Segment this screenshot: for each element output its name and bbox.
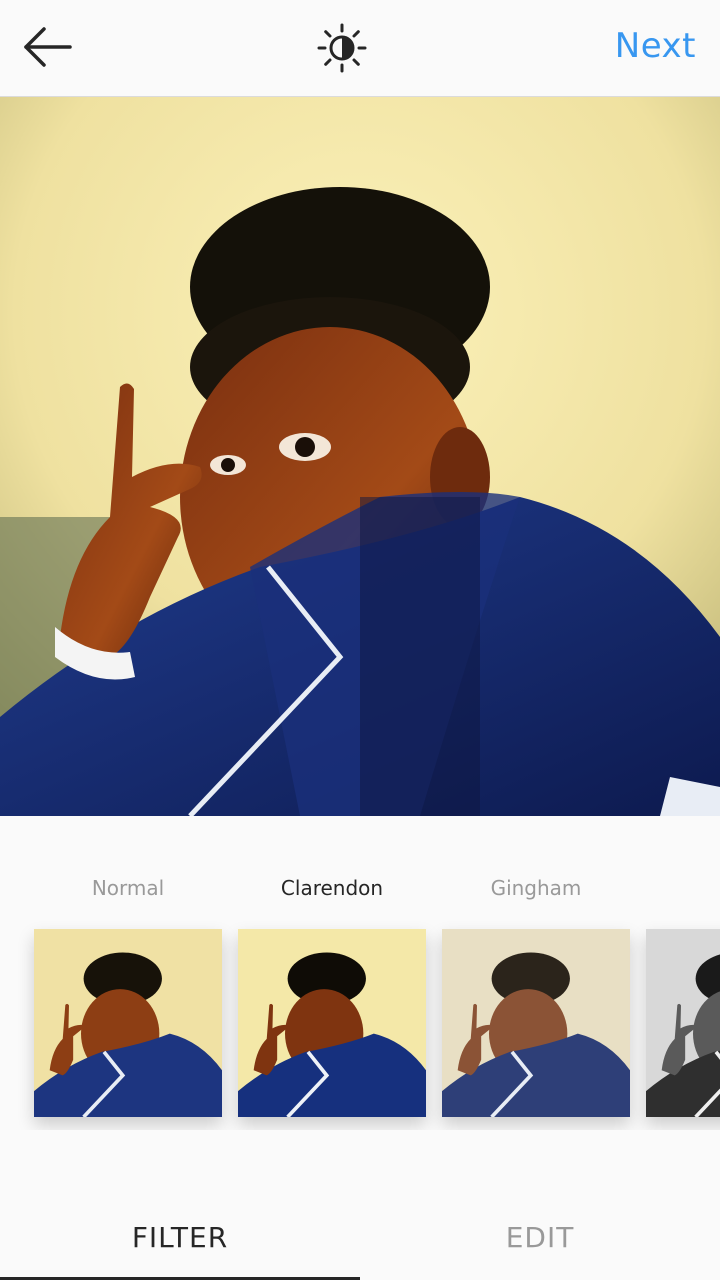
filter-thumbnail <box>442 929 630 1117</box>
filter-clarendon[interactable]: Clarendon <box>238 870 426 1117</box>
tab-edit[interactable]: EDIT <box>360 1196 720 1280</box>
photo-preview <box>0 97 720 816</box>
filter-label: Normal <box>91 876 165 900</box>
lux-adjust-button[interactable] <box>316 22 368 74</box>
filter-label <box>646 870 720 906</box>
top-bar: Next <box>0 0 720 97</box>
filter-next-partial[interactable] <box>646 870 720 1117</box>
next-button[interactable]: Next <box>615 26 696 66</box>
brightness-contrast-icon <box>317 23 367 73</box>
filter-thumbnail <box>238 929 426 1117</box>
bottom-tab-bar: FILTER EDIT <box>0 1196 720 1280</box>
filter-label: Clarendon <box>280 876 384 900</box>
filter-strip: Normal Clarendon Gingham <box>0 870 720 1130</box>
tab-filter[interactable]: FILTER <box>0 1196 360 1280</box>
filter-thumbnail <box>646 929 720 1117</box>
back-button[interactable] <box>18 22 78 72</box>
arrow-left-icon <box>24 27 72 67</box>
filter-label: Gingham <box>490 876 582 900</box>
filter-normal[interactable]: Normal <box>34 870 222 1117</box>
filter-gingham[interactable]: Gingham <box>442 870 630 1117</box>
filter-thumbnail <box>34 929 222 1117</box>
